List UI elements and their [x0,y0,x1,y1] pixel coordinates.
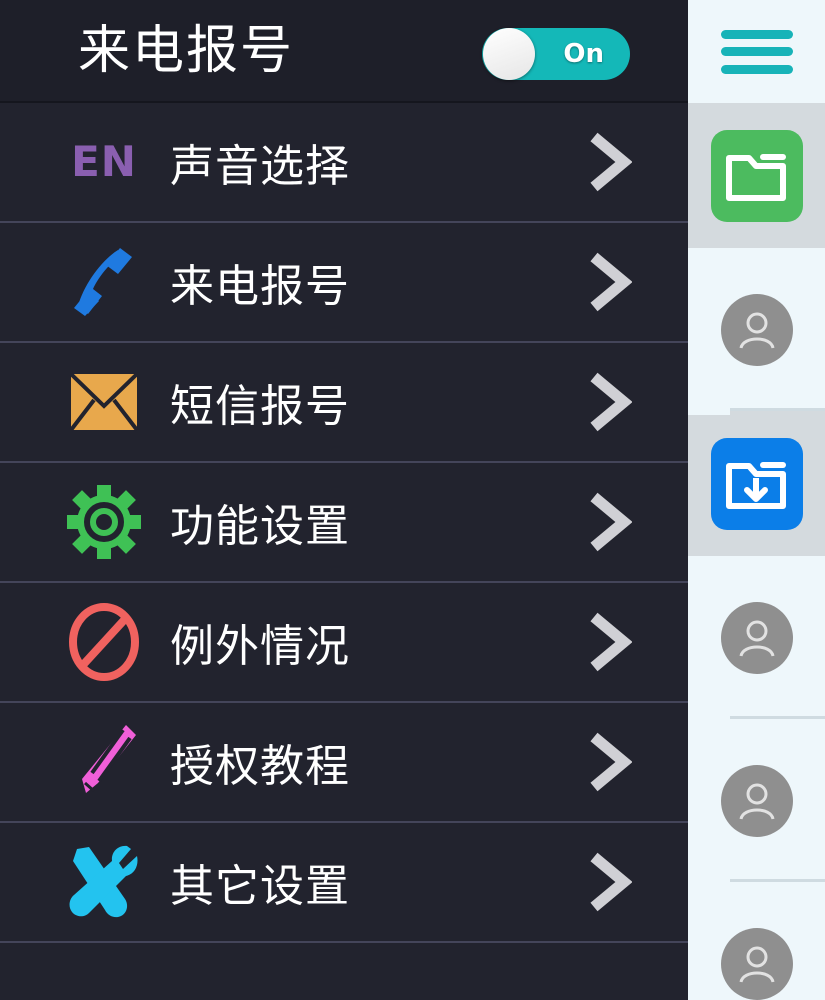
person-avatar-icon [720,601,793,674]
envelope-icon [58,366,150,438]
chevron-right-icon [586,251,632,313]
en-text-icon: EN [58,141,150,183]
settings-list: EN 声音选择 来电报号 短信报号 功能设置 例外情况 授权教程 其它设置 [0,103,688,983]
list-item-other-settings[interactable]: 其它设置 [0,823,688,943]
hamburger-bar [720,29,793,39]
list-item-label: 声音选择 [170,141,350,192]
list-item-label: 授权教程 [170,741,350,792]
person-avatar-icon [720,293,793,366]
sidebar-item-contact[interactable] [688,882,825,1000]
sidebar-step-notch [688,411,730,415]
right-sidebar [688,0,825,1000]
main-panel: 来电报号 On EN 声音选择 来电报号 短信报号 功能设置 例外情况 授权教程… [0,0,688,1000]
list-item-call-announce[interactable]: 来电报号 [0,223,688,343]
list-item-label: 短信报号 [170,381,350,432]
list-item-function-settings[interactable]: 功能设置 [0,463,688,583]
app-root: 来电报号 On EN 声音选择 来电报号 短信报号 功能设置 例外情况 授权教程… [0,0,825,1000]
list-item-authorization-tutorial[interactable]: 授权教程 [0,703,688,823]
chevron-right-icon [586,491,632,553]
chevron-right-icon [586,851,632,913]
list-item-exceptions[interactable]: 例外情况 [0,583,688,703]
sidebar-item-folder[interactable] [688,103,825,248]
gear-icon [58,485,150,559]
chevron-right-icon [586,131,632,193]
en-badge-label: EN [71,137,137,186]
no-entry-icon [58,602,150,682]
list-item-partial[interactable] [0,943,688,983]
hamburger-bar [720,64,793,74]
sidebar-item-folder-download[interactable] [688,411,825,556]
sidebar-item-contact[interactable] [688,719,825,882]
phone-icon [58,244,150,320]
chevron-right-icon [586,611,632,673]
list-item-sound-selection[interactable]: EN 声音选择 [0,103,688,223]
sidebar-item-contact[interactable] [688,556,825,719]
sidebar-item-contact[interactable] [688,248,825,411]
tools-icon [58,843,150,921]
person-avatar-icon [720,927,793,1000]
folder-icon [710,129,803,222]
list-item-label: 例外情况 [170,621,350,672]
list-item-label: 来电报号 [170,261,350,312]
hamburger-bar [720,47,793,56]
pencil-icon [58,721,150,803]
hamburger-menu-icon[interactable] [720,29,793,74]
toggle-state-label: On [563,39,604,69]
chevron-right-icon [586,731,632,793]
app-header: 来电报号 On [0,0,688,103]
list-item-label: 其它设置 [170,861,350,912]
list-item-label: 功能设置 [170,501,350,552]
person-avatar-icon [720,764,793,837]
toggle-knob[interactable] [483,28,535,80]
sidebar-menu-button[interactable] [688,0,825,103]
chevron-right-icon [586,371,632,433]
list-item-sms-announce[interactable]: 短信报号 [0,343,688,463]
page-title: 来电报号 [78,20,295,81]
call-announce-toggle[interactable]: On [482,28,630,80]
folder-download-icon [710,437,803,530]
